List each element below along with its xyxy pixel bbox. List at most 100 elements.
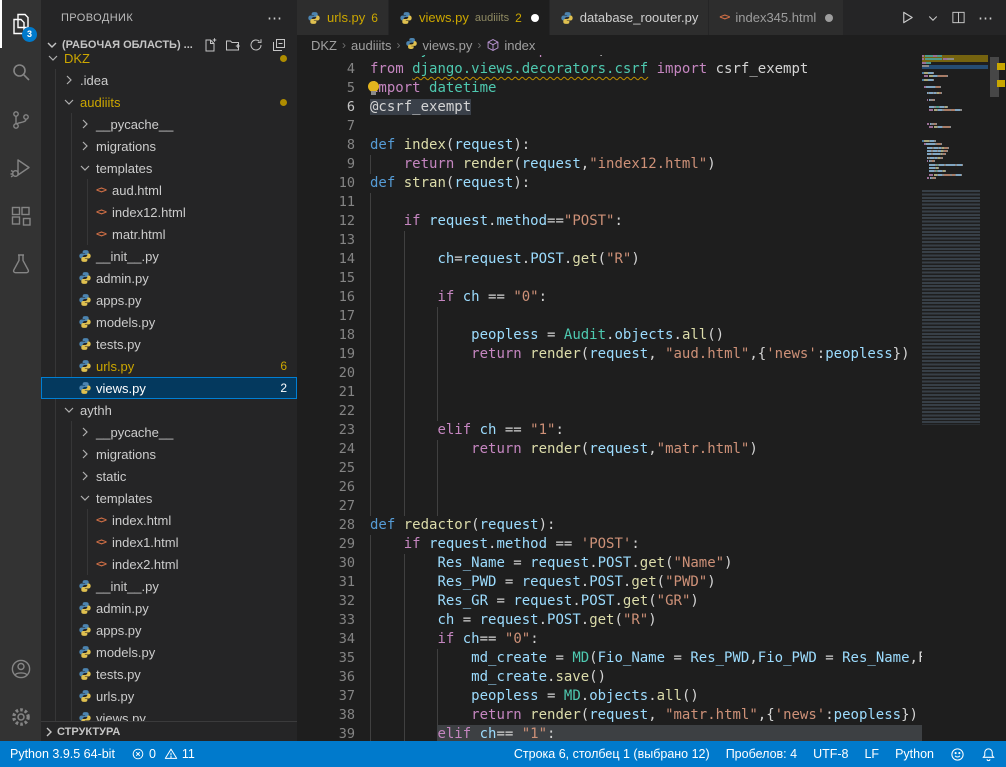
line-number[interactable]: 11: [297, 193, 355, 212]
line-number[interactable]: 33: [297, 611, 355, 630]
tree-item-index1.html[interactable]: <>index1.html: [41, 531, 297, 553]
code-line[interactable]: 33 ch = request.POST.get("R"): [297, 611, 922, 630]
indentation-status[interactable]: Пробелов: 4: [726, 747, 797, 761]
line-number[interactable]: 20: [297, 364, 355, 383]
editor-scrollbar[interactable]: [988, 55, 1006, 741]
tree-item-audiiits[interactable]: audiiits: [41, 91, 297, 113]
dirty-dot-icon[interactable]: [825, 14, 833, 22]
tree-item-views.py[interactable]: views.py: [41, 707, 297, 722]
tree-item-__init__.py[interactable]: __init__.py: [41, 575, 297, 597]
tree-item-migrations[interactable]: migrations: [41, 135, 297, 157]
line-number[interactable]: 19: [297, 345, 355, 364]
tree-item-models.py[interactable]: models.py: [41, 311, 297, 333]
split-editor-icon[interactable]: [951, 10, 966, 25]
tree-item-tests.py[interactable]: tests.py: [41, 663, 297, 685]
line-number[interactable]: 28: [297, 516, 355, 535]
tab-index345.html[interactable]: <>index345.html: [709, 0, 844, 35]
line-number[interactable]: 22: [297, 402, 355, 421]
problems-status[interactable]: 0 11: [131, 747, 195, 761]
code-line[interactable]: 20: [297, 364, 922, 383]
tree-item-index.html[interactable]: <>index.html: [41, 509, 297, 531]
tree-item-.idea[interactable]: .idea: [41, 69, 297, 91]
code-line[interactable]: 19 return render(request, "aud.html",{'n…: [297, 345, 922, 364]
line-number[interactable]: 8: [297, 136, 355, 155]
code-line[interactable]: 35 md_create = MD(Fio_Name = Res_PWD,Fio…: [297, 649, 922, 668]
tree-item-tests.py[interactable]: tests.py: [41, 333, 297, 355]
code-line[interactable]: 18 peopless = Audit.objects.all(): [297, 326, 922, 345]
line-number[interactable]: 25: [297, 459, 355, 478]
line-number[interactable]: 34: [297, 630, 355, 649]
code-line[interactable]: 32 Res_GR = request.POST.get("GR"): [297, 592, 922, 611]
testing-icon[interactable]: [0, 240, 41, 288]
run-debug-icon[interactable]: [0, 144, 41, 192]
code-line[interactable]: 11: [297, 193, 922, 212]
code-line[interactable]: 36 md_create.save(): [297, 668, 922, 687]
tree-item-DKZ[interactable]: DKZ: [41, 53, 297, 69]
lightbulb-icon[interactable]: [368, 81, 379, 92]
code-line[interactable]: 21: [297, 383, 922, 402]
minimap[interactable]: [922, 55, 988, 741]
tree-item-aud.html[interactable]: <>aud.html: [41, 179, 297, 201]
search-icon[interactable]: [0, 48, 41, 96]
tree-item-templates[interactable]: templates: [41, 487, 297, 509]
tree-item-apps.py[interactable]: apps.py: [41, 619, 297, 641]
run-button[interactable]: [900, 10, 915, 25]
line-number[interactable]: 12: [297, 212, 355, 231]
line-number[interactable]: 9: [297, 155, 355, 174]
code-line[interactable]: 29 if request.method == 'POST':: [297, 535, 922, 554]
line-number[interactable]: 23: [297, 421, 355, 440]
tree-item-urls.py[interactable]: urls.py: [41, 685, 297, 707]
line-number[interactable]: 37: [297, 687, 355, 706]
code-line[interactable]: 34 if ch== "0":: [297, 630, 922, 649]
line-number[interactable]: 18: [297, 326, 355, 345]
line-number[interactable]: 14: [297, 250, 355, 269]
code-line[interactable]: 9 return render(request,"index12.html"): [297, 155, 922, 174]
encoding-status[interactable]: UTF-8: [813, 747, 848, 761]
line-number[interactable]: 27: [297, 497, 355, 516]
breadcrumb-item-symbol[interactable]: index: [486, 38, 535, 53]
tree-item-index12.html[interactable]: <>index12.html: [41, 201, 297, 223]
tree-item-migrations[interactable]: migrations: [41, 443, 297, 465]
code-line[interactable]: 38 return render(request, "matr.html",{'…: [297, 706, 922, 725]
line-number[interactable]: 26: [297, 478, 355, 497]
settings-gear-icon[interactable]: [0, 693, 41, 741]
line-number[interactable]: 35: [297, 649, 355, 668]
code-line[interactable]: 8def index(request):: [297, 136, 922, 155]
tree-item-__pycache__[interactable]: __pycache__: [41, 113, 297, 135]
dirty-dot-icon[interactable]: [531, 14, 539, 22]
line-number[interactable]: 38: [297, 706, 355, 725]
tree-item-admin.py[interactable]: admin.py: [41, 267, 297, 289]
code-line[interactable]: 16 if ch == "0":: [297, 288, 922, 307]
code-line[interactable]: 37 peopless = MD.objects.all(): [297, 687, 922, 706]
code-line[interactable]: 25: [297, 459, 922, 478]
code-line[interactable]: 13: [297, 231, 922, 250]
tree-item-matr.html[interactable]: <>matr.html: [41, 223, 297, 245]
line-number[interactable]: 5: [297, 79, 355, 98]
refresh-icon[interactable]: [248, 37, 264, 53]
account-icon[interactable]: [0, 645, 41, 693]
tree-item-admin.py[interactable]: admin.py: [41, 597, 297, 619]
code-line[interactable]: 28def redactor(request):: [297, 516, 922, 535]
line-number[interactable]: 21: [297, 383, 355, 402]
breadcrumb-item-file[interactable]: views.py: [405, 37, 472, 53]
line-number[interactable]: 13: [297, 231, 355, 250]
code-line[interactable]: 15: [297, 269, 922, 288]
tab-database_roouter.py[interactable]: database_roouter.py: [550, 0, 710, 35]
tree-item-index2.html[interactable]: <>index2.html: [41, 553, 297, 575]
breadcrumb-item-folder[interactable]: DKZ: [311, 38, 337, 53]
code-line[interactable]: 12 if request.method=="POST":: [297, 212, 922, 231]
line-number[interactable]: 29: [297, 535, 355, 554]
more-actions-icon[interactable]: ⋯: [978, 9, 994, 27]
tree-item-aythh[interactable]: aythh: [41, 399, 297, 421]
sidebar-more-actions-icon[interactable]: ⋯: [267, 9, 283, 27]
code-line[interactable]: 10def stran(request):: [297, 174, 922, 193]
tree-item-models.py[interactable]: models.py: [41, 641, 297, 663]
code-line[interactable]: 26: [297, 478, 922, 497]
line-number[interactable]: 24: [297, 440, 355, 459]
tab-urls.py[interactable]: urls.py6: [297, 0, 389, 35]
tree-item-views.py[interactable]: views.py2: [41, 377, 297, 399]
feedback-smiley-icon[interactable]: [950, 747, 965, 762]
line-number[interactable]: 16: [297, 288, 355, 307]
line-number[interactable]: 31: [297, 573, 355, 592]
cursor-position-status[interactable]: Строка 6, столбец 1 (выбрано 12): [514, 747, 710, 761]
